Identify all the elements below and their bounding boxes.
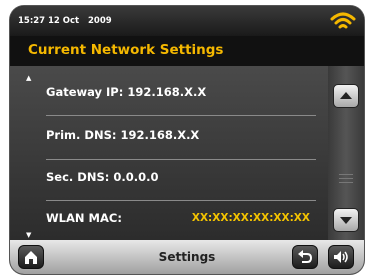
list-item[interactable]: Prim. DNS: 192.168.X.X [32, 115, 314, 159]
volume-icon [334, 251, 348, 263]
list-item-label: Gateway IP: 192.168.X.X [46, 85, 207, 99]
bottom-bar: Settings [10, 240, 364, 274]
scroll-down-indicator-icon: ▼ [26, 231, 32, 239]
scroll-thumb-grip[interactable] [339, 174, 353, 186]
back-icon [298, 250, 313, 263]
scroll-down-button[interactable] [333, 208, 359, 232]
page-title: Current Network Settings [28, 42, 224, 58]
list-item-label: Sec. DNS: 0.0.0.0 [46, 170, 159, 184]
list-item-label: Prim. DNS: 192.168.X.X [46, 128, 200, 142]
scroll-up-button[interactable] [333, 84, 359, 108]
chevron-down-icon [340, 217, 352, 224]
status-year: 2009 [88, 16, 112, 26]
list-item[interactable]: WLAN MAC: XX:XX:XX:XX:XX:XX [32, 198, 314, 242]
back-button[interactable] [292, 245, 318, 269]
wifi-signal-icon [330, 12, 356, 29]
settings-list: ▲ Gateway IP: 192.168.X.X Prim. DNS: 192… [10, 66, 328, 240]
scrollbar[interactable] [328, 66, 364, 240]
scroll-up-indicator-icon: ▲ [26, 74, 32, 82]
list-item-label: WLAN MAC: [46, 211, 122, 225]
status-time: 15:27 [18, 16, 46, 26]
list-item[interactable]: Sec. DNS: 0.0.0.0 [32, 157, 314, 201]
chevron-up-icon [340, 92, 352, 99]
status-bar: 15:27 12 Oct 2009 [10, 6, 364, 36]
status-date: 12 Oct [48, 16, 80, 26]
device-screen: 15:27 12 Oct 2009 Current Network Settin… [10, 6, 364, 274]
list-item[interactable]: Gateway IP: 192.168.X.X [32, 72, 314, 116]
volume-button[interactable] [328, 245, 354, 269]
mac-address-value: XX:XX:XX:XX:XX:XX [191, 212, 310, 224]
